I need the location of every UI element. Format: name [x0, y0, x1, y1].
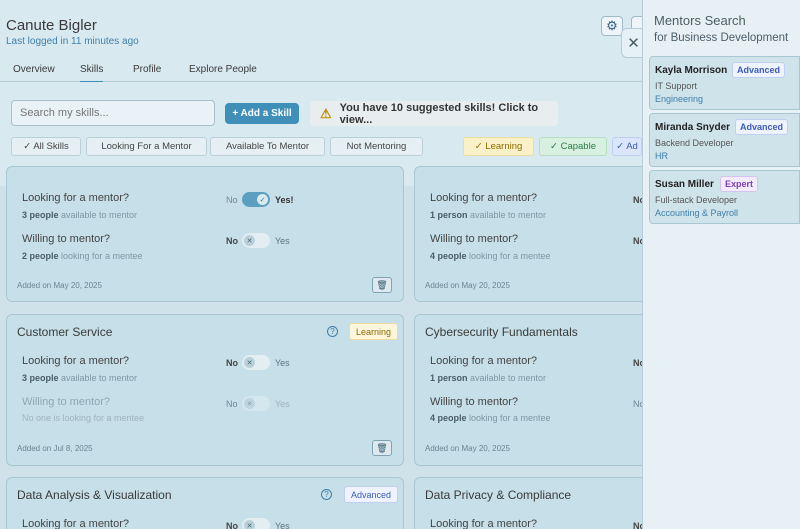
- toggle-no-label: No: [226, 521, 238, 529]
- skill-card-cybersecurity: Cybersecurity Fundamentals Looking for a…: [414, 314, 654, 466]
- skill-card-customer-service: Customer Service ? Learning Looking for …: [6, 314, 404, 466]
- filter-all-skills[interactable]: ✓ All Skills: [11, 137, 81, 156]
- tab-profile[interactable]: Profile: [133, 64, 161, 75]
- mentor-name: Miranda Snyder: [655, 122, 731, 133]
- skill-title: Data Privacy & Compliance: [425, 488, 572, 502]
- mentor-department: Accounting & Payroll: [655, 208, 739, 218]
- mentor-level-badge: Advanced: [735, 119, 789, 135]
- mentor-role: Full-stack Developer: [655, 195, 738, 205]
- willing-question: Willing to mentor?: [22, 233, 111, 245]
- skill-card-data-privacy: Data Privacy & Compliance Looking for a …: [414, 477, 654, 529]
- looking-question: Looking for a mentor?: [430, 192, 538, 204]
- filter-learning[interactable]: ✓ Learning: [463, 137, 534, 156]
- looking-question: Looking for a mentor?: [430, 355, 538, 367]
- suggested-skills-text: You have 10 suggested skills! Click to v…: [339, 101, 539, 126]
- toggle-yes-label: Yes!: [275, 195, 294, 205]
- mentor-name: Kayla Morrison: [655, 65, 728, 76]
- toggle-yes-label: Yes: [275, 521, 290, 529]
- willing-subtext: 4 people looking for a mentee: [430, 251, 551, 261]
- delete-skill-button[interactable]: 🗑: [372, 277, 392, 293]
- settings-button[interactable]: ⚙: [601, 16, 623, 36]
- mentor-role: IT Support: [655, 81, 697, 91]
- looking-question: Looking for a mentor?: [430, 518, 538, 529]
- willing-subtext: No one is looking for a mentee: [22, 413, 145, 423]
- panel-title: Mentors Search: [654, 13, 746, 28]
- filter-advanced[interactable]: ✓ Ad: [612, 137, 642, 156]
- filter-not-mentoring[interactable]: Not Mentoring: [330, 137, 423, 156]
- looking-toggle[interactable]: ✓: [242, 192, 270, 207]
- looking-subtext: 1 person available to mentor: [430, 210, 547, 220]
- willing-question: Willing to mentor?: [22, 396, 111, 408]
- looking-toggle[interactable]: ✕: [242, 518, 270, 529]
- skill-title: Data Analysis & Visualization: [17, 488, 172, 502]
- panel-subtitle: for Business Development: [654, 32, 789, 44]
- tab-explore-people[interactable]: Explore People: [189, 64, 257, 75]
- mentor-card[interactable]: Kayla Morrison Advanced IT Support Engin…: [649, 56, 800, 110]
- suggested-skills-banner[interactable]: ⚠ You have 10 suggested skills! Click to…: [310, 101, 558, 126]
- mentor-level-badge: Expert: [720, 176, 759, 192]
- close-icon: ✕: [627, 35, 640, 52]
- toggle-no-label: No: [226, 195, 238, 205]
- looking-question: Looking for a mentor?: [22, 192, 130, 204]
- looking-toggle[interactable]: ✕: [242, 355, 270, 370]
- filter-capable[interactable]: ✓ Capable: [539, 137, 607, 156]
- last-logged-text: Last logged in 11 minutes ago: [6, 36, 139, 47]
- skill-title: Cybersecurity Fundamentals: [425, 325, 578, 339]
- skill-title: Customer Service: [17, 325, 113, 339]
- filter-available-to-mentor[interactable]: Available To Mentor: [210, 137, 325, 156]
- willing-subtext: 2 people looking for a mentee: [22, 251, 143, 261]
- search-skills-input[interactable]: [11, 100, 215, 126]
- toggle-yes-label: Yes: [275, 358, 290, 368]
- help-icon[interactable]: ?: [327, 326, 338, 337]
- x-icon: ✕: [244, 235, 255, 246]
- mentor-card[interactable]: Miranda Snyder Advanced Backend Develope…: [649, 113, 800, 167]
- toggle-yes-label: Yes: [275, 236, 290, 246]
- mentor-level-badge: Advanced: [732, 62, 786, 78]
- willing-toggle[interactable]: ✕: [242, 233, 270, 248]
- looking-subtext: 1 person available to mentor: [430, 373, 547, 383]
- trash-icon: 🗑: [376, 279, 388, 290]
- added-date: Added on May 20, 2025: [425, 281, 510, 290]
- skill-card: Looking for a mentor? 1 person available…: [414, 166, 654, 302]
- check-icon: ✓: [257, 194, 268, 205]
- skill-card: Looking for a mentor? 3 people available…: [6, 166, 404, 302]
- level-badge: Advanced: [344, 486, 399, 503]
- mentor-department: Engineering: [655, 94, 704, 104]
- gear-icon: ⚙: [606, 18, 618, 33]
- mentor-department: HR: [655, 151, 668, 161]
- x-icon: ✕: [244, 398, 255, 409]
- mentor-card[interactable]: Susan Miller Expert Full-stack Developer…: [649, 170, 800, 224]
- tab-skills[interactable]: Skills: [80, 64, 104, 83]
- added-date: Added on Jul 8, 2025: [17, 444, 93, 453]
- delete-skill-button[interactable]: 🗑: [372, 440, 392, 456]
- tab-overview[interactable]: Overview: [13, 64, 55, 75]
- mentor-name: Susan Miller: [655, 179, 714, 190]
- mentor-role: Backend Developer: [655, 138, 734, 148]
- added-date: Added on May 20, 2025: [425, 444, 510, 453]
- toggle-yes-label: Yes: [275, 399, 290, 409]
- filter-looking-for-mentor[interactable]: Looking For a Mentor: [86, 137, 207, 156]
- looking-subtext: 3 people available to mentor: [22, 373, 138, 383]
- looking-question: Looking for a mentor?: [22, 355, 130, 367]
- willing-toggle[interactable]: ✕: [242, 396, 270, 411]
- willing-subtext: 4 people looking for a mentee: [430, 413, 551, 423]
- toggle-no-label: No: [226, 399, 238, 409]
- x-icon: ✕: [244, 520, 255, 529]
- add-skill-button[interactable]: + Add a Skill: [225, 103, 299, 124]
- x-icon: ✕: [244, 357, 255, 368]
- warning-icon: ⚠: [320, 105, 332, 121]
- looking-question: Looking for a mentor?: [22, 518, 130, 529]
- willing-question: Willing to mentor?: [430, 233, 519, 245]
- skill-card-data-analysis: Data Analysis & Visualization ? Advanced…: [6, 477, 404, 529]
- added-date: Added on May 20, 2025: [17, 281, 102, 290]
- help-icon[interactable]: ?: [321, 489, 332, 500]
- trash-icon: 🗑: [376, 442, 388, 453]
- user-name: Canute Bigler: [6, 17, 97, 34]
- level-badge: Learning: [349, 323, 399, 340]
- looking-subtext: 3 people available to mentor: [22, 210, 138, 220]
- willing-question: Willing to mentor?: [430, 396, 519, 408]
- toggle-no-label: No: [226, 358, 238, 368]
- toggle-no-label: No: [226, 236, 238, 246]
